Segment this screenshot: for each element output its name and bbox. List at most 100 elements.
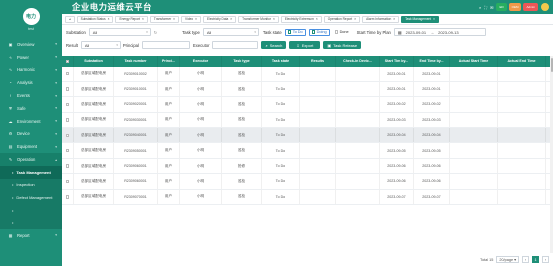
sidebar-subitem[interactable]: • (0, 216, 62, 229)
table-cell[interactable] (62, 158, 74, 174)
table-row[interactable]: 总部区域配电房 R2309010002 用户 小明 巡检 To Do 2023-09-01 2… (62, 66, 553, 82)
close-icon[interactable]: × (173, 17, 175, 21)
sidebar-subitem[interactable]: • (0, 203, 62, 217)
table-row[interactable]: 总部区域配电房 R2309010001 用户 小明 巡检 To Do 2023-09-01 2… (62, 81, 553, 98)
sidebar-icon: ∿ (8, 67, 13, 73)
tab-item[interactable]: Electricity Data × (203, 15, 237, 23)
state-todo-checkbox[interactable]: To Do (284, 28, 306, 36)
close-icon[interactable]: × (230, 17, 232, 21)
filter-row-1: Substation All ▾ ↻ Task type All ▾ Task st… (66, 27, 549, 37)
table-cell[interactable] (62, 174, 74, 189)
prev-page-button[interactable]: ‹ (522, 256, 529, 263)
sidebar-subitem[interactable]: • Inspection (0, 178, 62, 192)
close-icon[interactable]: × (354, 17, 356, 21)
table-cell[interactable] (62, 81, 74, 97)
table-cell: 2023-09-01 (380, 66, 414, 81)
tabs-prev-icon[interactable]: ◂ (65, 15, 75, 23)
sidebar-item-power[interactable]: ϟ Power ▾ (0, 51, 62, 64)
sidebar-item-equipment[interactable]: ▤ Equipment ▾ (0, 140, 62, 153)
table-cell[interactable] (62, 143, 74, 158)
avatar[interactable] (541, 3, 549, 11)
close-icon[interactable]: × (108, 17, 110, 21)
table-cell[interactable] (62, 128, 74, 143)
task-type-select[interactable]: All ▾ (202, 28, 259, 36)
table-cell (450, 81, 498, 97)
close-icon[interactable]: × (142, 17, 144, 21)
column-header[interactable] (62, 56, 74, 67)
close-icon[interactable]: × (273, 17, 275, 21)
table-row[interactable]: 总部区域配电房 R2309040001 用户 小明 巡检 To Do 2023-09-04 2… (62, 128, 553, 144)
close-icon[interactable]: × (316, 17, 318, 21)
sidebar-subitem[interactable]: • Defect Management (0, 191, 62, 204)
table-cell: 2023-09-02 (414, 97, 450, 112)
table-row[interactable]: 总部区域配电房 R2309060001 用户 小明 巡检 To Do 2023-09-06 2… (62, 174, 553, 190)
search-button[interactable]: ⌕ Search (261, 41, 287, 49)
select-all-checkbox[interactable] (65, 59, 70, 63)
row-checkbox[interactable] (65, 148, 70, 153)
table-row[interactable]: 总部区域配电房 R2309030001 用户 小明 巡检 To Do 2023-09-03 2… (62, 112, 553, 129)
sidebar-subitem[interactable]: • Task Management (0, 165, 62, 179)
next-page-button[interactable]: › (542, 256, 549, 263)
table-cell[interactable] (62, 66, 74, 81)
state-done-checkbox[interactable]: Done (333, 29, 351, 36)
sidebar-item-harmonic[interactable]: ∿ Harmonic ▾ (0, 64, 62, 77)
header-badge[interactable]: Admin (523, 3, 538, 11)
tab-item[interactable]: Video × (181, 15, 202, 23)
export-button[interactable]: ⇩ Export (289, 41, 321, 49)
sidebar-item-report[interactable]: ▦ Report ▾ (0, 229, 62, 242)
page-size-select[interactable]: 20/page ▾ (496, 256, 519, 263)
table-cell[interactable] (62, 189, 74, 205)
table-cell[interactable] (62, 112, 74, 128)
row-checkbox[interactable] (65, 179, 70, 184)
sidebar-item-device[interactable]: ⚙ Device ▾ (0, 128, 62, 141)
row-checkbox[interactable] (65, 164, 70, 168)
close-icon[interactable]: × (433, 17, 435, 21)
principal-input[interactable] (141, 41, 190, 49)
executor-input[interactable] (212, 41, 259, 49)
row-checkbox[interactable] (65, 118, 70, 122)
row-checkbox[interactable] (65, 71, 70, 76)
header-badge[interactable]: ED (496, 3, 507, 11)
result-select[interactable]: All ▾ (80, 41, 121, 49)
substation-select[interactable]: All ▾ (88, 28, 151, 36)
sidebar-item-analysis[interactable]: ◔ Analysis ▾ (0, 76, 62, 89)
close-icon[interactable]: × (195, 17, 197, 21)
sidebar-item-safe[interactable]: ⛨ Safe ▾ (0, 102, 62, 115)
date-range-picker[interactable]: ▦ 2023-09-01 → 2023-09-13 (393, 28, 486, 36)
tab-item[interactable]: Substation Status × (76, 15, 114, 23)
table-row[interactable]: 总部区域配电房 R2309060001 用户 小明 抢修 To Do 2023-09-06 2… (62, 158, 553, 175)
table-cell: 2023-09-06 (414, 158, 450, 174)
table-row[interactable]: 总部区域配电房 R2309020001 用户 小明 巡检 To Do 2023-09-02 2… (62, 97, 553, 113)
row-checkbox[interactable] (65, 133, 70, 137)
chevron-icon: ▾ (55, 67, 57, 72)
sidebar-item-operation[interactable]: ✎ Operation ▴ (0, 153, 62, 166)
state-doing-checkbox[interactable]: Doing (308, 28, 330, 36)
tab-item[interactable]: Alarm Information × (362, 15, 400, 23)
sidebar-item-environment[interactable]: ☁ Environment ▾ (0, 115, 62, 128)
table-row[interactable]: 总部区域配电房 R2309050001 用户 小明 巡检 To Do 2023-09-05 2… (62, 143, 553, 159)
close-icon[interactable]: × (393, 17, 395, 21)
sidebar-item-overview[interactable]: ▣ Overview ▾ (0, 38, 62, 51)
refresh-icon[interactable]: ↻ (154, 30, 157, 35)
table-cell[interactable] (62, 97, 74, 112)
sidebar-item-events[interactable]: ! Events ▾ (0, 89, 62, 102)
task-release-button[interactable]: ▣ Task Release (323, 41, 362, 49)
column-header: Task state (262, 56, 300, 67)
row-checkbox[interactable] (65, 195, 70, 199)
tab-item[interactable]: Operation Report × (323, 15, 361, 23)
table-row[interactable]: 总部区域配电房 R2309070001 用户 小明 巡检 To Do 2023-09-07 2… (62, 189, 553, 206)
tab-item[interactable]: Electricity Extremum × (280, 15, 322, 23)
scrollbar-thumb[interactable] (550, 58, 553, 72)
row-checkbox[interactable] (65, 87, 70, 91)
fullscreen-icon[interactable]: ⛶ (484, 5, 487, 10)
bell-icon[interactable]: ✉ (490, 5, 493, 10)
current-page[interactable]: 1 (532, 256, 539, 263)
header-badge[interactable]: OEM (508, 3, 522, 11)
row-checkbox[interactable] (65, 102, 70, 107)
sidebar-item-label: Operation (17, 157, 36, 163)
tab-item[interactable]: Task Management × (401, 15, 440, 23)
tab-item[interactable]: Transformer × (149, 15, 180, 23)
tab-item[interactable]: Transformer Monitor × (238, 15, 279, 23)
tab-item[interactable]: Energy Report × (115, 15, 148, 23)
search-icon[interactable]: ⌕ (479, 5, 481, 10)
